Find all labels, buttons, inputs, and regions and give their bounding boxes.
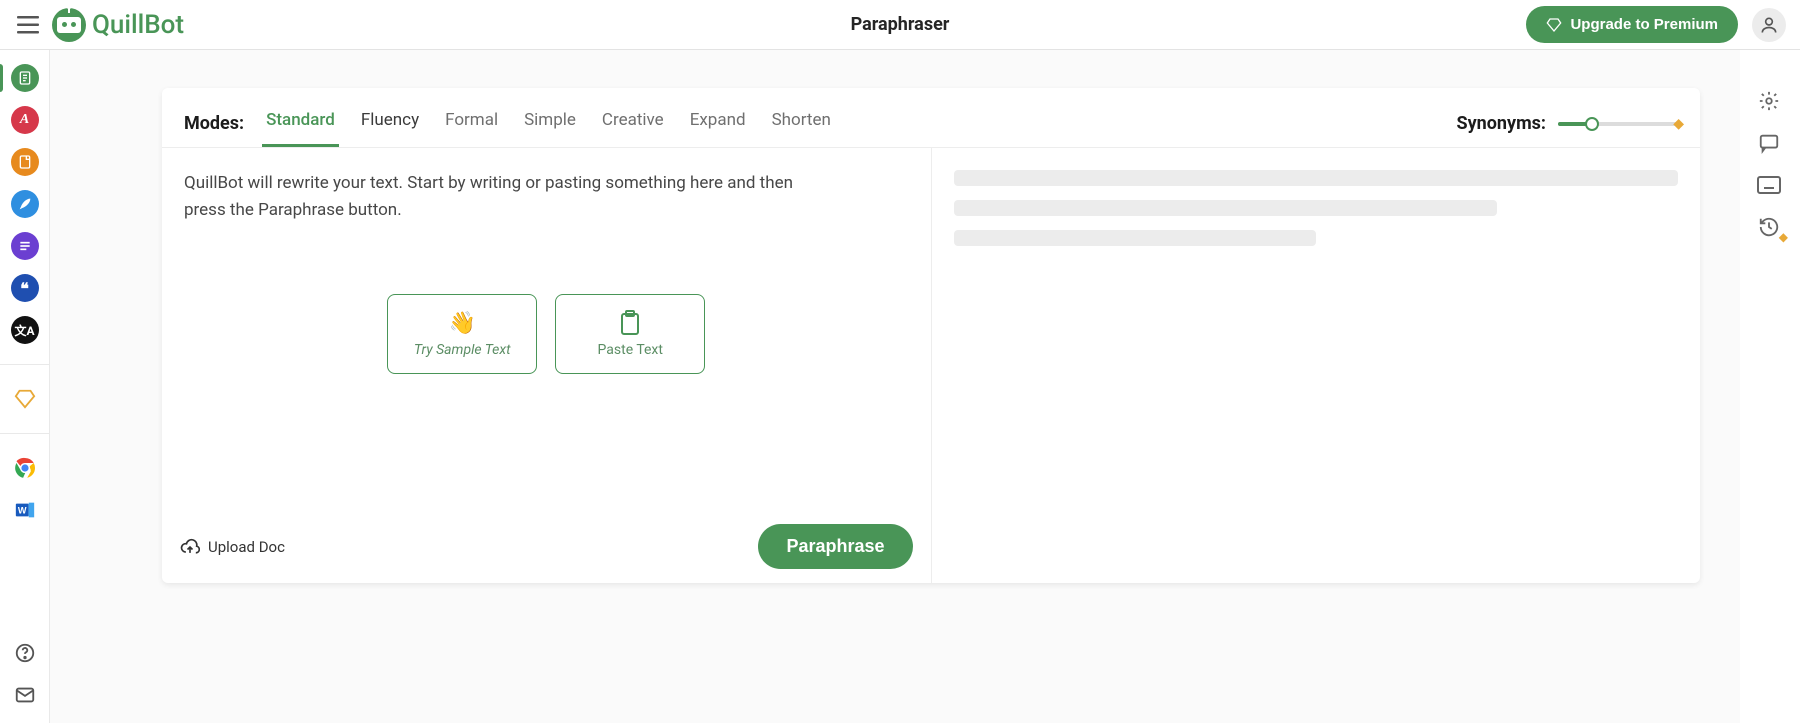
- card-header: Modes: Standard Fluency Formal Simple Cr…: [162, 88, 1700, 147]
- sidebar-item-plagiarism[interactable]: [11, 148, 39, 176]
- sidebar-item-summarizer[interactable]: [11, 232, 39, 260]
- lines-icon: [17, 238, 33, 254]
- upload-doc-button[interactable]: Upload Doc: [180, 537, 285, 557]
- toolrail-settings[interactable]: [1756, 88, 1782, 114]
- synonyms-slider[interactable]: ◆: [1558, 114, 1678, 134]
- translate-icon: 文A: [14, 322, 34, 339]
- upgrade-label: Upgrade to Premium: [1570, 16, 1718, 33]
- sidebar-item-chrome[interactable]: [11, 454, 39, 482]
- card-body: QuillBot will rewrite your text. Start b…: [162, 147, 1700, 583]
- sidebar-item-word[interactable]: W: [11, 496, 39, 524]
- sidebar-item-citation[interactable]: ❝: [11, 274, 39, 302]
- try-sample-button[interactable]: 👋 Try Sample Text: [387, 294, 537, 374]
- brand-mark-icon: [52, 8, 86, 42]
- sidebar-item-contact[interactable]: [11, 681, 39, 709]
- output-skeleton-line: [954, 200, 1497, 216]
- tab-formal[interactable]: Formal: [441, 100, 502, 147]
- comment-icon: [1758, 132, 1780, 154]
- history-icon: [1758, 216, 1780, 238]
- right-toolrail: ◆: [1756, 88, 1782, 240]
- brand-logo[interactable]: QuillBot: [52, 8, 184, 42]
- toolrail-hotkeys[interactable]: [1756, 172, 1782, 198]
- input-placeholder: QuillBot will rewrite your text. Start b…: [184, 170, 804, 224]
- diamond-icon: [14, 388, 36, 410]
- tab-expand[interactable]: Expand: [686, 100, 750, 147]
- sidebar-item-paraphraser[interactable]: [11, 64, 39, 92]
- gear-icon: [1758, 90, 1780, 112]
- modes-label: Modes:: [184, 113, 244, 134]
- paste-text-label: Paste Text: [598, 342, 663, 358]
- page-search-icon: [17, 154, 33, 170]
- paraphrase-button[interactable]: Paraphrase: [758, 524, 912, 569]
- input-pane[interactable]: QuillBot will rewrite your text. Start b…: [162, 148, 932, 583]
- tab-creative[interactable]: Creative: [598, 100, 668, 147]
- topbar-left: QuillBot: [14, 8, 184, 42]
- cloud-upload-icon: [180, 537, 200, 557]
- try-sample-label: Try Sample Text: [414, 342, 511, 358]
- premium-badge-icon: ◆: [1779, 230, 1788, 244]
- word-icon: W: [14, 499, 36, 521]
- tab-shorten[interactable]: Shorten: [768, 100, 835, 147]
- synonyms-control: Synonyms: ◆: [1457, 113, 1678, 134]
- tab-standard[interactable]: Standard: [262, 100, 339, 147]
- page-title: Paraphraser: [851, 14, 950, 35]
- output-pane: [932, 148, 1701, 583]
- sidebar-separator: [0, 433, 50, 434]
- menu-button[interactable]: [14, 11, 42, 39]
- output-skeleton-line: [954, 170, 1679, 186]
- diamond-icon: [1546, 17, 1562, 33]
- brand-name: QuillBot: [92, 10, 184, 40]
- quote-icon: ❝: [20, 279, 29, 298]
- wave-icon: 👋: [449, 311, 476, 336]
- left-sidebar: A ❝ 文A W: [0, 50, 50, 723]
- chrome-icon: [13, 456, 37, 480]
- input-option-buttons: 👋 Try Sample Text Paste Text: [184, 294, 909, 374]
- feather-icon: [17, 196, 33, 212]
- tab-simple[interactable]: Simple: [520, 100, 580, 147]
- main-stage: Modes: Standard Fluency Formal Simple Cr…: [50, 50, 1740, 723]
- person-icon: [1759, 15, 1779, 35]
- editor-card: Modes: Standard Fluency Formal Simple Cr…: [162, 88, 1700, 583]
- upload-doc-label: Upload Doc: [208, 538, 285, 556]
- synonyms-label: Synonyms:: [1457, 113, 1546, 134]
- paste-text-button[interactable]: Paste Text: [555, 294, 705, 374]
- hamburger-icon: [17, 16, 39, 34]
- letter-a-icon: A: [20, 112, 29, 128]
- svg-text:W: W: [17, 506, 26, 516]
- sidebar-separator: [0, 364, 50, 365]
- slider-premium-icon: ◆: [1673, 116, 1684, 132]
- sidebar-item-grammar[interactable]: A: [11, 106, 39, 134]
- upgrade-button[interactable]: Upgrade to Premium: [1526, 6, 1738, 43]
- slider-thumb[interactable]: [1585, 117, 1599, 131]
- topbar-right: Upgrade to Premium: [1526, 6, 1786, 43]
- paraphrase-label: Paraphrase: [786, 536, 884, 556]
- keyboard-icon: [1757, 176, 1781, 194]
- sidebar-item-translator[interactable]: 文A: [11, 316, 39, 344]
- document-icon: [17, 70, 33, 86]
- tab-fluency[interactable]: Fluency: [357, 100, 423, 147]
- sidebar-item-cowriter[interactable]: [11, 190, 39, 218]
- help-icon: [14, 642, 36, 664]
- modes-tabs: Modes: Standard Fluency Formal Simple Cr…: [184, 100, 835, 147]
- sidebar-item-help[interactable]: [11, 639, 39, 667]
- toolrail-feedback[interactable]: [1756, 130, 1782, 156]
- top-bar: QuillBot Paraphraser Upgrade to Premium: [0, 0, 1800, 50]
- toolrail-history[interactable]: ◆: [1756, 214, 1782, 240]
- sidebar-active-indicator: [0, 64, 3, 92]
- clipboard-icon: [618, 310, 642, 336]
- input-pane-footer: Upload Doc Paraphrase: [180, 524, 913, 569]
- profile-button[interactable]: [1752, 8, 1786, 42]
- mail-icon: [14, 684, 36, 706]
- output-skeleton-line: [954, 230, 1316, 246]
- sidebar-item-premium[interactable]: [11, 385, 39, 413]
